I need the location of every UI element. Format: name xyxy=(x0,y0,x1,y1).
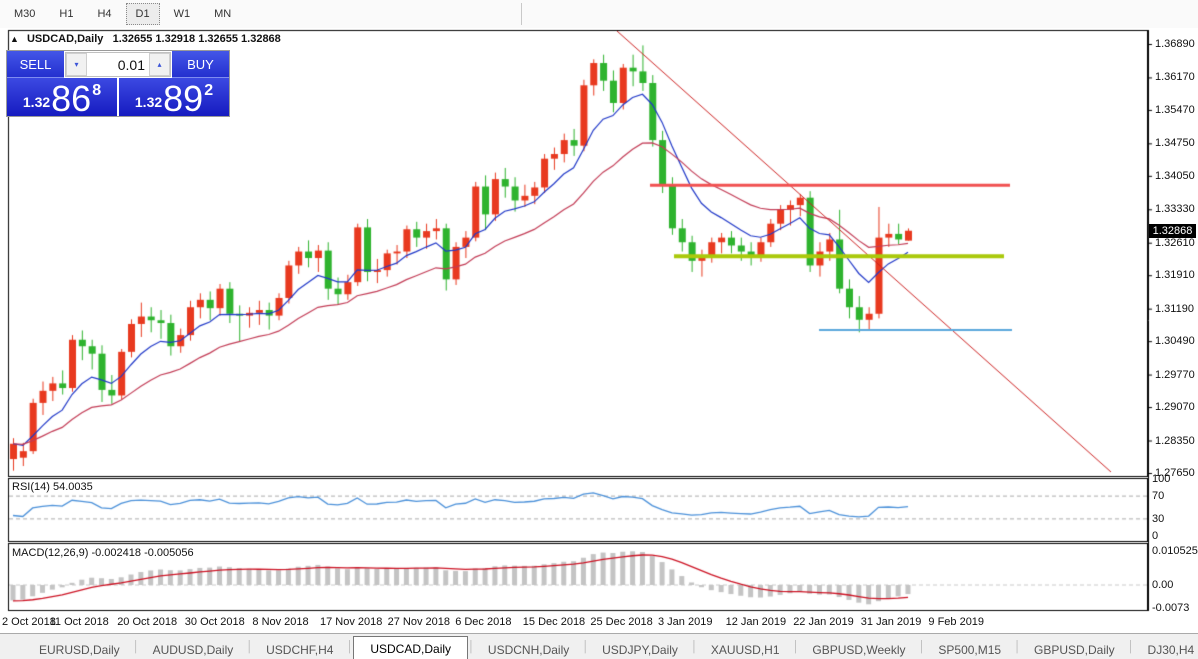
trading-app-window: M30 H1 H4 D1 W1 MN ▲ USDCAD,Daily 1.32655 1.3… xyxy=(0,0,1198,659)
price-axis-label: 1.29070 xyxy=(1155,401,1195,414)
date-axis-label: 3 Jan 2019 xyxy=(658,616,713,628)
chart-ohlc-values: 1.32655 1.32918 1.32655 1.32868 xyxy=(112,33,281,45)
chart-tab-bar: EURUSD,Daily │ AUDUSD,Daily │ USDCHF,H4 │ USDC… xyxy=(0,633,1198,659)
rsi-axis-label: 30 xyxy=(1152,512,1165,525)
rsi-axis-label: 70 xyxy=(1152,490,1165,503)
price-axis-label: 1.30490 xyxy=(1155,335,1195,348)
price-axis-label: 1.35470 xyxy=(1155,103,1195,116)
sell-price-big: 86 xyxy=(51,78,92,119)
date-axis-label: 12 Jan 2019 xyxy=(725,616,787,628)
volume-input[interactable]: 0.01 xyxy=(87,53,149,76)
rsi-axis-label: 100 xyxy=(1152,473,1171,485)
price-axis-label: 1.36170 xyxy=(1155,71,1195,84)
macd-axis-label: 0.010525 xyxy=(1152,545,1198,558)
sell-price-box[interactable]: 1.32 86 8 xyxy=(7,78,117,119)
date-axis-label: 2 Oct 2018 xyxy=(2,616,56,628)
sell-price-pip: 8 xyxy=(92,82,102,99)
buy-price-box[interactable]: 1.32 89 2 xyxy=(119,78,229,119)
timeframe-button-mn[interactable]: MN xyxy=(204,3,241,25)
date-axis-label: 27 Nov 2018 xyxy=(387,616,450,628)
chart-region: ▲ USDCAD,Daily 1.32655 1.32918 1.32655 1… xyxy=(0,28,1198,633)
volume-stepper: ▾ 0.01 ▴ xyxy=(65,52,171,77)
date-axis-label: 9 Feb 2019 xyxy=(928,616,985,628)
timeframe-button-h1[interactable]: H1 xyxy=(49,3,83,25)
tab-separator: │ xyxy=(132,641,140,653)
sell-price-prefix: 1.32 xyxy=(22,94,51,110)
buy-button[interactable]: BUY xyxy=(172,51,229,78)
chart-tab-sp500-m15[interactable]: SP500,M15 xyxy=(925,639,1014,659)
tab-separator: │ xyxy=(468,641,475,653)
price-axis-label: 1.32610 xyxy=(1155,236,1195,249)
macd-label: MACD(12,26,9) -0.002418 -0.005056 xyxy=(12,547,194,559)
date-axis-label: 8 Nov 2018 xyxy=(252,616,309,628)
tab-separator: │ xyxy=(792,641,800,653)
current-price-tag: 1.32868 xyxy=(1149,223,1196,238)
chart-tab-eurusd-daily[interactable]: EURUSD,Daily xyxy=(26,639,133,659)
chart-tab-usdchf-h4[interactable]: USDCHF,H4 xyxy=(253,639,346,659)
chart-tab-gbpusd-weekly[interactable]: GBPUSD,Weekly xyxy=(799,639,918,659)
date-axis-label: 6 Dec 2018 xyxy=(455,616,512,628)
price-axis-label: 1.31910 xyxy=(1155,269,1195,282)
chart-title: ▲ USDCAD,Daily 1.32655 1.32918 1.32655 1… xyxy=(10,33,281,45)
chart-tab-usdcnh-daily[interactable]: USDCNH,Daily xyxy=(475,639,582,659)
volume-increase-button[interactable]: ▴ xyxy=(149,53,170,76)
macd-axis-label: -0.0073 xyxy=(1152,602,1190,615)
rsi-label: RSI(14) 54.0035 xyxy=(12,481,93,493)
price-axis-label: 1.34750 xyxy=(1155,137,1195,150)
price-axis-label: 1.36890 xyxy=(1155,38,1195,50)
chart-tab-audusd-daily[interactable]: AUDUSD,Daily xyxy=(140,639,247,659)
price-axis-label: 1.31190 xyxy=(1155,302,1194,315)
buy-price-pip: 2 xyxy=(204,82,214,99)
price-axis-label: 1.34050 xyxy=(1155,169,1195,182)
toolbar-divider xyxy=(521,3,523,25)
price-axis-label: 1.33330 xyxy=(1155,203,1195,216)
tab-separator: │ xyxy=(1014,641,1021,653)
chart-tab-dj30-h4[interactable]: DJ30,H4 xyxy=(1135,639,1198,659)
chart-tab-usdjpy-daily[interactable]: USDJPY,Daily xyxy=(589,639,691,659)
sell-button[interactable]: SELL xyxy=(7,51,64,78)
date-axis-label: 30 Oct 2018 xyxy=(184,616,245,628)
buy-price-prefix: 1.32 xyxy=(134,94,163,110)
chart-tab-usdcad-daily[interactable]: USDCAD,Daily xyxy=(353,636,469,659)
chart-tab-gbpusd-daily[interactable]: GBPUSD,Daily xyxy=(1021,639,1128,659)
timeframe-button-w1[interactable]: W1 xyxy=(164,3,201,25)
price-axis-label: 1.29770 xyxy=(1155,368,1195,381)
timeframe-toolbar: M30 H1 H4 D1 W1 MN xyxy=(0,0,1198,29)
tab-separator: │ xyxy=(690,641,698,653)
date-axis-label: 11 Oct 2018 xyxy=(49,616,109,628)
chart-tab-xauusd-h1[interactable]: XAUUSD,H1 xyxy=(698,639,793,659)
buy-price-big: 89 xyxy=(163,78,204,119)
date-axis-label: 20 Oct 2018 xyxy=(117,616,178,628)
date-axis-label: 31 Jan 2019 xyxy=(860,616,922,628)
date-axis-label: 17 Nov 2018 xyxy=(320,616,383,628)
rsi-axis-label: 0 xyxy=(1152,530,1159,542)
timeframe-button-h4[interactable]: H4 xyxy=(87,3,121,25)
collapse-chart-icon[interactable]: ▲ xyxy=(10,34,19,44)
tab-separator: │ xyxy=(246,641,254,653)
one-click-trade-panel: SELL ▾ 0.01 ▴ BUY 1.32 86 8 1.32 89 2 xyxy=(6,50,230,117)
volume-decrease-button[interactable]: ▾ xyxy=(66,53,87,76)
chart-symbol-period: USDCAD,Daily xyxy=(26,33,104,45)
date-axis-label: 15 Dec 2018 xyxy=(522,616,586,628)
date-axis-label: 25 Dec 2018 xyxy=(590,616,653,628)
tab-separator: │ xyxy=(918,641,926,653)
tab-separator: │ xyxy=(582,641,590,653)
date-axis-label: 22 Jan 2019 xyxy=(793,616,854,628)
macd-axis-label: 0.00 xyxy=(1152,579,1174,591)
price-axis-label: 1.28350 xyxy=(1155,434,1195,447)
tab-separator: │ xyxy=(346,641,354,653)
timeframe-button-m30[interactable]: M30 xyxy=(4,3,45,25)
tab-separator: │ xyxy=(1127,641,1135,653)
timeframe-button-d1[interactable]: D1 xyxy=(125,3,160,25)
